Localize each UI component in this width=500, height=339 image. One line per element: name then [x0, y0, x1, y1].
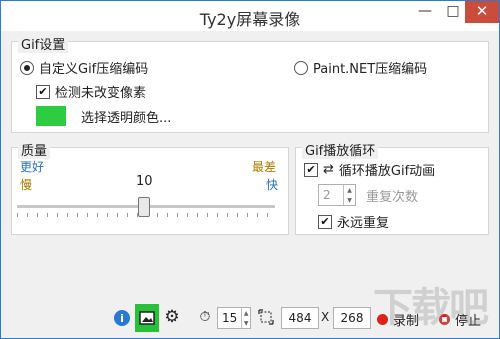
loop-icon: ⇄ [323, 162, 334, 177]
height-input[interactable]: 268 [333, 307, 371, 329]
paintnet-encoder-label: Paint.NET压缩编码 [313, 62, 428, 77]
resize-glyph [258, 309, 274, 325]
image-icon[interactable] [135, 304, 159, 332]
custom-encoder-radio[interactable] [20, 60, 34, 75]
custom-encoder-radio-row[interactable]: 自定义Gif压缩编码 [20, 58, 148, 77]
loop-label: 循环播放Gif动画 [338, 164, 436, 179]
close-button[interactable]: ✕ [465, 1, 499, 23]
paintnet-encoder-radio-row[interactable]: Paint.NET压缩编码 [294, 58, 427, 77]
gif-loop-group: Gif播放循环 ✔ ⇄ 循环播放Gif动画 2 ▲ ▼ 重复次数 ✔ 永远重复 [295, 140, 489, 235]
gif-loop-legend: Gif播放循环 [302, 140, 379, 159]
transparent-color-row[interactable]: 选择透明颜色... [36, 106, 171, 126]
image-glyph [139, 311, 155, 325]
loop-checkbox-row[interactable]: ✔ ⇄ 循环播放Gif动画 [304, 160, 435, 179]
minimize-button[interactable]: — [411, 1, 439, 23]
detect-unchanged-checkbox[interactable]: ✔ [36, 84, 50, 99]
timer-icon: ⏱ [199, 309, 211, 325]
resize-icon [257, 308, 275, 326]
better-label: 更好 [20, 160, 45, 174]
worst-label: 最差 [252, 160, 277, 174]
gif-settings-group: Gif设置 自定义Gif压缩编码 Paint.NET压缩编码 ✔ 检测未改变像素… [11, 34, 489, 133]
fast-label: 快 [266, 178, 279, 192]
custom-encoder-label: 自定义Gif压缩编码 [39, 62, 149, 77]
quality-slider-thumb[interactable] [138, 197, 150, 217]
repeat-count-label: 重复次数 [366, 190, 419, 205]
loop-checkbox[interactable]: ✔ [304, 162, 318, 177]
fps-stepper[interactable]: 15 ▲ ▼ [217, 307, 251, 329]
repeat-count-stepper[interactable]: 2 ▲ ▼ [318, 184, 356, 206]
width-input[interactable]: 484 [281, 307, 319, 329]
watermark-text: 下载吧 [373, 285, 489, 331]
fps-up-icon[interactable]: ▲ [242, 308, 250, 318]
quality-group: 质量 更好 最差 慢 10 快 [11, 140, 289, 235]
app-window: Ty2y屏幕录像 — □ ✕ Gif设置 自定义Gif压缩编码 Paint.NE… [0, 0, 500, 339]
fps-down-icon[interactable]: ▼ [242, 318, 250, 328]
quality-value: 10 [136, 174, 153, 189]
title-bar: Ty2y屏幕录像 — □ ✕ [1, 1, 499, 31]
forever-checkbox[interactable]: ✔ [318, 214, 332, 229]
repeat-count-value[interactable]: 2 [319, 188, 343, 202]
spin-down-icon[interactable]: ▼ [344, 195, 355, 205]
transparent-color-swatch[interactable] [36, 106, 66, 126]
detect-unchanged-checkbox-row[interactable]: ✔ 检测未改变像素 [36, 82, 146, 101]
transparent-color-label[interactable]: 选择透明颜色... [81, 107, 171, 126]
info-icon[interactable]: i [114, 310, 130, 326]
fps-arrows[interactable]: ▲ ▼ [241, 308, 250, 328]
quality-legend: 质量 [18, 140, 51, 159]
forever-label: 永远重复 [337, 216, 390, 231]
gear-icon[interactable]: ⚙ [163, 307, 181, 327]
fps-value[interactable]: 15 [218, 311, 241, 325]
slow-label: 慢 [20, 178, 33, 192]
repeat-count-arrows[interactable]: ▲ ▼ [343, 185, 355, 205]
forever-checkbox-row[interactable]: ✔ 永远重复 [318, 212, 389, 231]
spin-up-icon[interactable]: ▲ [344, 185, 355, 195]
detect-unchanged-label: 检测未改变像素 [55, 86, 147, 101]
size-x-label: X [321, 310, 330, 324]
paintnet-encoder-radio[interactable] [294, 60, 308, 75]
gif-settings-legend: Gif设置 [18, 34, 69, 53]
maximize-button[interactable]: □ [439, 1, 467, 23]
